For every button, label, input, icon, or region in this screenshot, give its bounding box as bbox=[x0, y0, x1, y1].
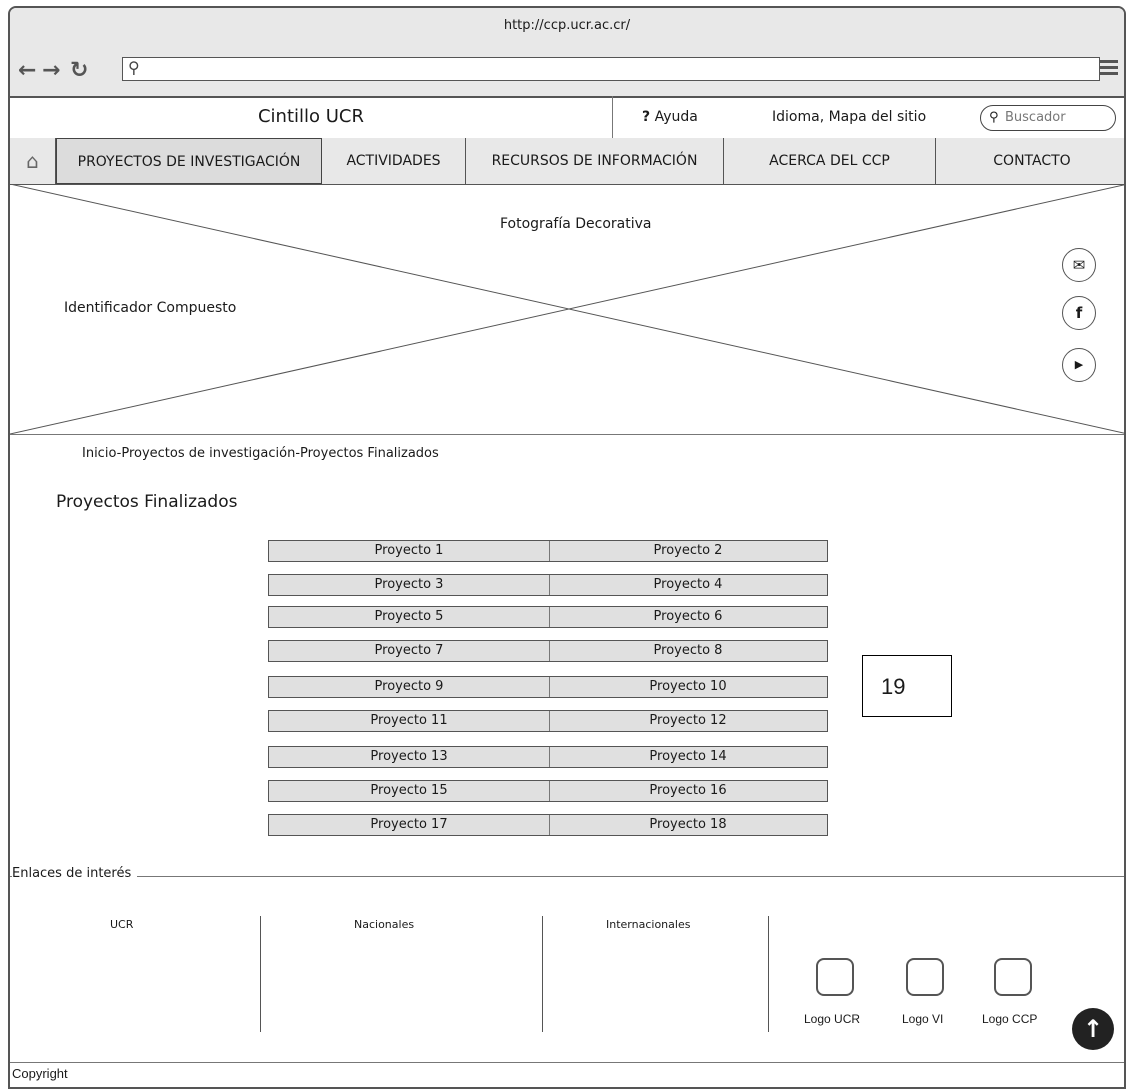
copyright-text: Copyright bbox=[12, 1066, 68, 1081]
links-divider bbox=[10, 876, 1124, 877]
help-label: Ayuda bbox=[654, 109, 698, 125]
links-column-nacionales: Nacionales bbox=[354, 918, 415, 931]
language-sitemap-link[interactable]: Idioma, Mapa del sitio bbox=[772, 96, 926, 138]
logo-ucr-label: Logo UCR bbox=[804, 1012, 861, 1026]
reload-icon[interactable]: ↻ bbox=[70, 58, 88, 83]
hero-placeholder: Fotografía Decorativa Identificador Comp… bbox=[10, 184, 1124, 435]
help-link[interactable]: ? Ayuda bbox=[642, 96, 698, 138]
arrow-up-icon: ↑ bbox=[1082, 1015, 1104, 1043]
column-divider bbox=[542, 916, 543, 1032]
arrow-right-icon[interactable]: → bbox=[42, 58, 60, 83]
main-menu: ⌂ PROYECTOS DE INVESTIGACIÓN ACTIVIDADES… bbox=[10, 138, 1124, 185]
page-title: Proyectos Finalizados bbox=[56, 492, 238, 512]
column-divider bbox=[260, 916, 261, 1032]
footer-divider bbox=[10, 1062, 1124, 1063]
project-link[interactable]: Proyecto 7 bbox=[269, 641, 550, 661]
home-button[interactable]: ⌂ bbox=[10, 138, 56, 184]
project-link[interactable]: Proyecto 8 bbox=[549, 641, 827, 661]
project-link[interactable]: Proyecto 14 bbox=[549, 747, 827, 767]
project-link[interactable]: Proyecto 12 bbox=[549, 711, 827, 731]
project-link[interactable]: Proyecto 18 bbox=[549, 815, 827, 835]
menu-item-proyectos[interactable]: PROYECTOS DE INVESTIGACIÓN bbox=[56, 138, 322, 184]
project-link[interactable]: Proyecto 11 bbox=[269, 711, 550, 731]
project-link[interactable]: Proyecto 17 bbox=[269, 815, 550, 835]
home-icon: ⌂ bbox=[26, 149, 39, 173]
table-row: Proyecto 1 Proyecto 2 bbox=[268, 540, 828, 562]
logo-vi-label: Logo VI bbox=[902, 1012, 944, 1026]
table-row: Proyecto 5 Proyecto 6 bbox=[268, 606, 828, 628]
menu-item-recursos[interactable]: RECURSOS DE INFORMACIÓN bbox=[466, 138, 724, 184]
email-icon[interactable]: ✉ bbox=[1062, 248, 1096, 282]
project-link[interactable]: Proyecto 4 bbox=[549, 575, 827, 595]
annotation-badge: 19 bbox=[862, 655, 952, 717]
table-row: Proyecto 11 Proyecto 12 bbox=[268, 710, 828, 732]
facebook-icon[interactable]: f bbox=[1062, 296, 1096, 330]
table-row: Proyecto 3 Proyecto 4 bbox=[268, 574, 828, 596]
hamburger-icon[interactable] bbox=[1100, 60, 1118, 78]
breadcrumb[interactable]: Inicio-Proyectos de investigación-Proyec… bbox=[82, 446, 439, 461]
hero-caption: Fotografía Decorativa bbox=[500, 216, 652, 232]
links-column-ucr: UCR bbox=[110, 918, 134, 931]
composite-identifier: Identificador Compuesto bbox=[64, 300, 237, 316]
project-link[interactable]: Proyecto 5 bbox=[269, 607, 550, 627]
address-bar[interactable]: ⚲ bbox=[122, 57, 1100, 81]
links-column-internacionales: Internacionales bbox=[606, 918, 691, 931]
cintillo-bar: Cintillo UCR ? Ayuda Idioma, Mapa del si… bbox=[10, 96, 1124, 139]
arrow-left-icon[interactable]: ← bbox=[18, 58, 36, 83]
table-row: Proyecto 9 Proyecto 10 bbox=[268, 676, 828, 698]
project-link[interactable]: Proyecto 13 bbox=[269, 747, 550, 767]
logo-ccp-image[interactable] bbox=[994, 958, 1032, 996]
links-title: Enlaces de interés bbox=[12, 866, 138, 881]
project-link[interactable]: Proyecto 16 bbox=[549, 781, 827, 801]
table-row: Proyecto 7 Proyecto 8 bbox=[268, 640, 828, 662]
table-row: Proyecto 15 Proyecto 16 bbox=[268, 780, 828, 802]
cintillo-title: Cintillo UCR bbox=[10, 96, 613, 138]
project-link[interactable]: Proyecto 2 bbox=[549, 541, 827, 561]
project-link[interactable]: Proyecto 9 bbox=[269, 677, 550, 697]
table-row: Proyecto 17 Proyecto 18 bbox=[268, 814, 828, 836]
project-link[interactable]: Proyecto 3 bbox=[269, 575, 550, 595]
table-row: Proyecto 13 Proyecto 14 bbox=[268, 746, 828, 768]
window-title-url: http://ccp.ucr.ac.cr/ bbox=[10, 8, 1124, 49]
youtube-icon[interactable]: ▶ bbox=[1062, 348, 1096, 382]
logo-vi-image[interactable] bbox=[906, 958, 944, 996]
project-link[interactable]: Proyecto 1 bbox=[269, 541, 550, 561]
logo-ucr-image[interactable] bbox=[816, 958, 854, 996]
menu-item-actividades[interactable]: ACTIVIDADES bbox=[322, 138, 466, 184]
menu-item-acerca[interactable]: ACERCA DEL CCP bbox=[724, 138, 936, 184]
column-divider bbox=[768, 916, 769, 1032]
logo-ccp-label: Logo CCP bbox=[982, 1012, 1038, 1026]
project-link[interactable]: Proyecto 15 bbox=[269, 781, 550, 801]
search-icon: ⚲ bbox=[128, 58, 140, 77]
project-link[interactable]: Proyecto 6 bbox=[549, 607, 827, 627]
search-icon: ⚲ bbox=[989, 110, 999, 125]
browser-window: http://ccp.ucr.ac.cr/ ← → ↻ ⚲ Cintillo U… bbox=[8, 6, 1126, 1089]
project-link[interactable]: Proyecto 10 bbox=[549, 677, 827, 697]
search-input[interactable]: ⚲ Buscador bbox=[980, 105, 1116, 131]
search-placeholder: Buscador bbox=[1005, 110, 1066, 125]
browser-toolbar: ← → ↻ ⚲ bbox=[10, 48, 1124, 98]
question-icon: ? bbox=[642, 109, 651, 125]
scroll-to-top-button[interactable]: ↑ bbox=[1072, 1008, 1114, 1050]
menu-item-contacto[interactable]: CONTACTO bbox=[936, 138, 1124, 184]
